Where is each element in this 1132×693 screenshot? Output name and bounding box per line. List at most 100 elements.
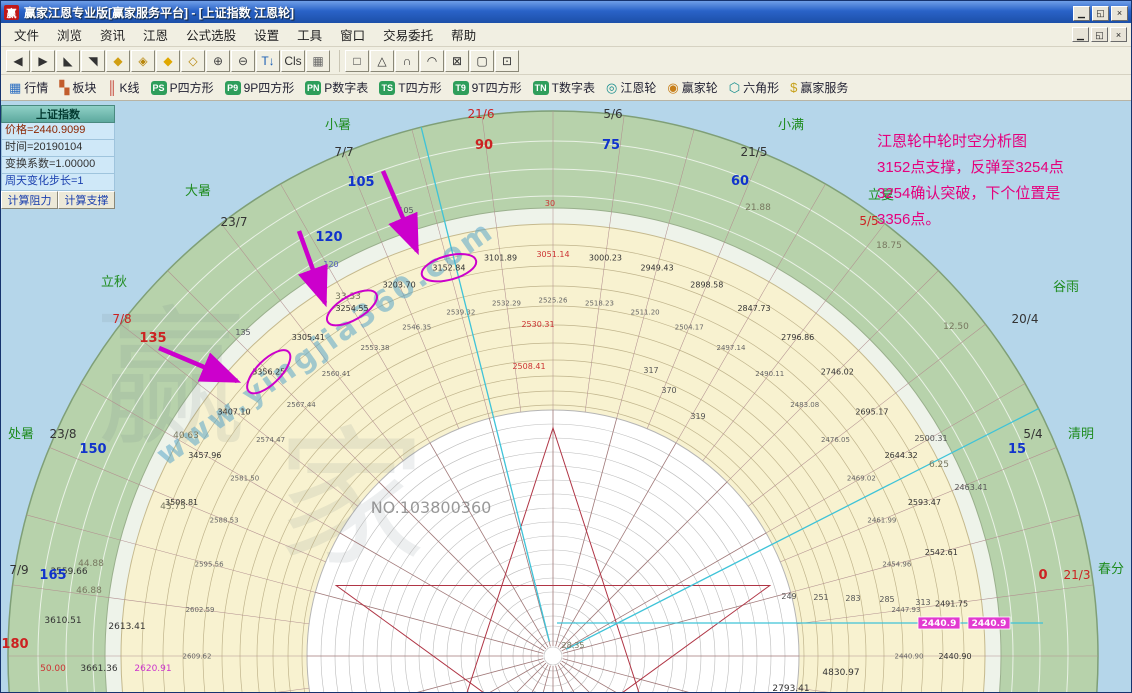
svg-text:2593.47: 2593.47 — [908, 498, 941, 507]
svg-text:15: 15 — [1008, 442, 1026, 457]
gann-gem-4-button[interactable]: ◇ — [181, 50, 205, 72]
svg-text:0: 0 — [1038, 568, 1047, 583]
forward-button[interactable]: ▶ — [31, 50, 55, 72]
menu-browse[interactable]: 浏览 — [48, 22, 91, 47]
svg-text:2602.59: 2602.59 — [186, 606, 215, 614]
date-row: 时间=20190104 — [1, 140, 115, 157]
text-tool-button[interactable]: T↓ — [256, 50, 280, 72]
gann-gem-1-button[interactable]: ◆ — [106, 50, 130, 72]
window-controls: ▁◱× — [1071, 3, 1128, 21]
svg-text:立秋: 立秋 — [101, 275, 127, 290]
svg-text:2483.08: 2483.08 — [790, 401, 819, 409]
feature-sectors[interactable]: ▚板块 — [59, 79, 96, 96]
feature-gann-wheel[interactable]: ◎江恩轮 — [606, 79, 656, 96]
svg-text:2497.14: 2497.14 — [717, 344, 746, 352]
feature-kline[interactable]: ║K线 — [107, 79, 139, 96]
zoom-in-button[interactable]: ⊕ — [206, 50, 230, 72]
feature-winner-service[interactable]: $赢家服务 — [790, 79, 848, 96]
feature-t-number-table[interactable]: TNT数字表 — [533, 79, 595, 96]
price-row: 价格=2440.9099 — [1, 123, 115, 140]
svg-text:2574.47: 2574.47 — [256, 436, 285, 444]
clear-button[interactable]: Cls — [281, 50, 305, 72]
draw-tool-1-button[interactable]: ◣ — [56, 50, 80, 72]
triangle-tool-button[interactable]: △ — [370, 50, 394, 72]
dot-rect-tool-button[interactable]: ⊡ — [495, 50, 519, 72]
back-button[interactable]: ◀ — [6, 50, 30, 72]
mdi-restore-button[interactable]: ◱ — [1091, 27, 1108, 42]
svg-text:3254.55: 3254.55 — [335, 304, 368, 313]
feature-quotes[interactable]: ▦行情 — [9, 79, 48, 96]
menu-trade-order[interactable]: 交易委托 — [374, 22, 442, 47]
svg-text:2463.41: 2463.41 — [954, 483, 987, 492]
svg-text:285: 285 — [879, 595, 894, 604]
gann-gem-3-button[interactable]: ◆ — [156, 50, 180, 72]
svg-text:2476.05: 2476.05 — [821, 436, 850, 444]
svg-text:4830.97: 4830.97 — [822, 668, 859, 678]
svg-text:3407.10: 3407.10 — [218, 407, 251, 416]
feature-label: 9P四方形 — [244, 79, 295, 96]
restore-button[interactable]: ◱ — [1092, 6, 1109, 21]
menu-settings[interactable]: 设置 — [245, 22, 288, 47]
svg-text:20/4: 20/4 — [1012, 312, 1039, 326]
svg-text:2532.29: 2532.29 — [492, 300, 521, 308]
menu-help[interactable]: 帮助 — [442, 22, 485, 47]
feature-9t-square[interactable]: T99T四方形 — [453, 79, 522, 96]
svg-text:2440.90: 2440.90 — [938, 652, 971, 661]
feature-9p-square[interactable]: P99P四方形 — [225, 79, 295, 96]
feature-hexagon[interactable]: ⬡六角形 — [729, 79, 779, 96]
svg-text:3051.14: 3051.14 — [536, 250, 569, 259]
gann-gem-2-button[interactable]: ◈ — [131, 50, 155, 72]
svg-text:313: 313 — [915, 598, 930, 607]
feature-winner-wheel[interactable]: ◉赢家轮 — [667, 79, 717, 96]
arc-tool-button[interactable]: ∩ — [395, 50, 419, 72]
close-button[interactable]: × — [1111, 6, 1128, 21]
rect-tool-button[interactable]: □ — [345, 50, 369, 72]
quotes-icon: ▦ — [9, 81, 21, 95]
grid-button[interactable]: ▦ — [306, 50, 330, 72]
svg-text:5/4: 5/4 — [1023, 427, 1042, 441]
svg-text:2440.9: 2440.9 — [972, 619, 1007, 629]
t-number-table-icon: TN — [533, 81, 549, 95]
gann-wheel-icon: ◎ — [606, 81, 617, 95]
drawing-toolbar: ◀▶◣◥◆◈◆◇⊕⊖T↓Cls▦□△∩◠⊠▢⊡ — [1, 47, 1131, 75]
feature-label: P数字表 — [324, 79, 368, 96]
feature-p-number-table[interactable]: PNP数字表 — [305, 79, 368, 96]
svg-text:370: 370 — [661, 386, 676, 395]
svg-text:21.88: 21.88 — [745, 203, 771, 213]
svg-text:120: 120 — [315, 230, 342, 245]
arc2-tool-button[interactable]: ◠ — [420, 50, 444, 72]
svg-text:2560.41: 2560.41 — [322, 370, 351, 378]
svg-text:2511.20: 2511.20 — [631, 309, 660, 317]
svg-text:5/6: 5/6 — [603, 107, 622, 121]
zoom-out-button[interactable]: ⊖ — [231, 50, 255, 72]
menu-gann[interactable]: 江恩 — [134, 22, 177, 47]
app-logo-icon: 赢 — [4, 5, 19, 20]
mdi-minimize-button[interactable]: ▁ — [1072, 27, 1089, 42]
minimize-button[interactable]: ▁ — [1073, 6, 1090, 21]
kline-icon: ║ — [107, 81, 116, 95]
calc-support-button[interactable]: 计算支撑 — [58, 191, 115, 209]
menu-window[interactable]: 窗口 — [331, 22, 374, 47]
menu-news[interactable]: 资讯 — [91, 22, 134, 47]
menu-tools[interactable]: 工具 — [288, 22, 331, 47]
svg-text:2613.41: 2613.41 — [108, 622, 145, 632]
svg-text:2898.58: 2898.58 — [690, 281, 723, 290]
xbox-tool-button[interactable]: ⊠ — [445, 50, 469, 72]
menu-formula-stock-pick[interactable]: 公式选股 — [177, 22, 245, 47]
mdi-close-button[interactable]: × — [1110, 27, 1127, 42]
draw-tool-2-button[interactable]: ◥ — [81, 50, 105, 72]
dashed-rect-tool-button[interactable]: ▢ — [470, 50, 494, 72]
feature-t-square[interactable]: TST四方形 — [379, 79, 441, 96]
feature-label: 板块 — [72, 79, 96, 96]
menu-file[interactable]: 文件 — [5, 22, 48, 47]
svg-text:150: 150 — [79, 442, 106, 457]
svg-text:319: 319 — [690, 412, 705, 421]
svg-text:3610.51: 3610.51 — [44, 616, 81, 626]
svg-text:2620.91: 2620.91 — [134, 664, 171, 674]
svg-text:2504.17: 2504.17 — [675, 324, 704, 332]
analysis-annotation: 江恩轮中轮时空分析图 3152点支撑，反弹至3254点 3254确认突破，下个位… — [877, 129, 1131, 233]
svg-text:2454.96: 2454.96 — [882, 560, 911, 568]
svg-text:28.35: 28.35 — [562, 641, 585, 650]
feature-p-square[interactable]: PSP四方形 — [151, 79, 214, 96]
calc-resistance-button[interactable]: 计算阻力 — [1, 191, 58, 209]
